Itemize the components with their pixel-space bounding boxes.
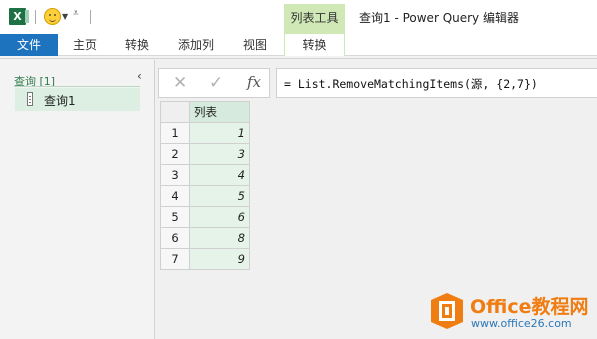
tab-add-column[interactable]: 添加列 [170,34,222,56]
watermark-url: www.office26.com [471,317,572,330]
table-row: 56 [160,206,250,228]
customize-quick-access-icon[interactable]: ⩡ [73,9,79,19]
formula-bar-buttons: ✕ ✓ fx [158,68,270,98]
tab-list-transform[interactable]: 转换 [284,34,345,57]
list-query-icon [27,92,33,106]
cancel-icon[interactable]: ✕ [173,73,187,93]
column-header[interactable]: 列表 [189,101,250,123]
row-number[interactable]: 7 [160,248,190,270]
smiley-feedback-icon[interactable] [44,8,61,25]
quick-access-separator [90,10,91,24]
watermark-brand: Office教程网 [470,296,589,318]
table-row: 11 [160,122,250,144]
tab-view[interactable]: 视图 [234,34,276,56]
excel-app-icon[interactable]: X [9,8,29,25]
commit-check-icon[interactable]: ✓ [209,73,223,93]
query-item[interactable]: 查询1 [15,88,140,111]
ribbon-tab-bar: 文件 主页 转换 添加列 视图 转换 [0,34,597,57]
cell-value[interactable]: 5 [189,185,250,207]
office-logo-icon [431,293,463,329]
table-row: 34 [160,164,250,186]
tab-file[interactable]: 文件 [0,34,58,56]
row-number[interactable]: 2 [160,143,190,165]
row-number[interactable]: 5 [160,206,190,228]
table-row: 79 [160,248,250,270]
power-query-editor: X ▼ ⩡ 列表工具 查询1 - Power Query 编辑器 文件 主页 转… [0,0,597,339]
ribbon-collapsed-body [0,56,597,59]
row-number[interactable]: 6 [160,227,190,249]
tab-transform[interactable]: 转换 [116,34,158,56]
cell-value[interactable]: 3 [189,143,250,165]
formula-text[interactable]: = List.RemoveMatchingItems(源, {2,7}) [284,76,538,92]
table-row: 68 [160,227,250,249]
window-title: 查询1 - Power Query 编辑器 [359,11,519,25]
smiley-dropdown-icon[interactable]: ▼ [62,12,68,21]
cell-value[interactable]: 1 [189,122,250,144]
collapse-pane-icon[interactable]: ‹ [137,69,142,83]
query-item-label: 查询1 [44,94,76,108]
table-row: 23 [160,143,250,165]
formula-bar[interactable]: = List.RemoveMatchingItems(源, {2,7}) [276,68,597,98]
tab-home[interactable]: 主页 [64,34,106,56]
row-number[interactable]: 3 [160,164,190,186]
title-bar: X ▼ ⩡ 列表工具 查询1 - Power Query 编辑器 [0,0,597,34]
grid-corner[interactable] [160,101,190,123]
quick-access-separator [35,10,36,24]
row-number[interactable]: 1 [160,122,190,144]
data-grid: 列表 11233445566879 [160,101,250,270]
cell-value[interactable]: 6 [189,206,250,228]
list-tools-context-label: 列表工具 [284,4,345,34]
fx-insert-function-icon[interactable]: fx [247,73,261,91]
cell-value[interactable]: 8 [189,227,250,249]
table-row: 45 [160,185,250,207]
queries-pane-divider [14,86,140,87]
cell-value[interactable]: 9 [189,248,250,270]
cell-value[interactable]: 4 [189,164,250,186]
row-number[interactable]: 4 [160,185,190,207]
